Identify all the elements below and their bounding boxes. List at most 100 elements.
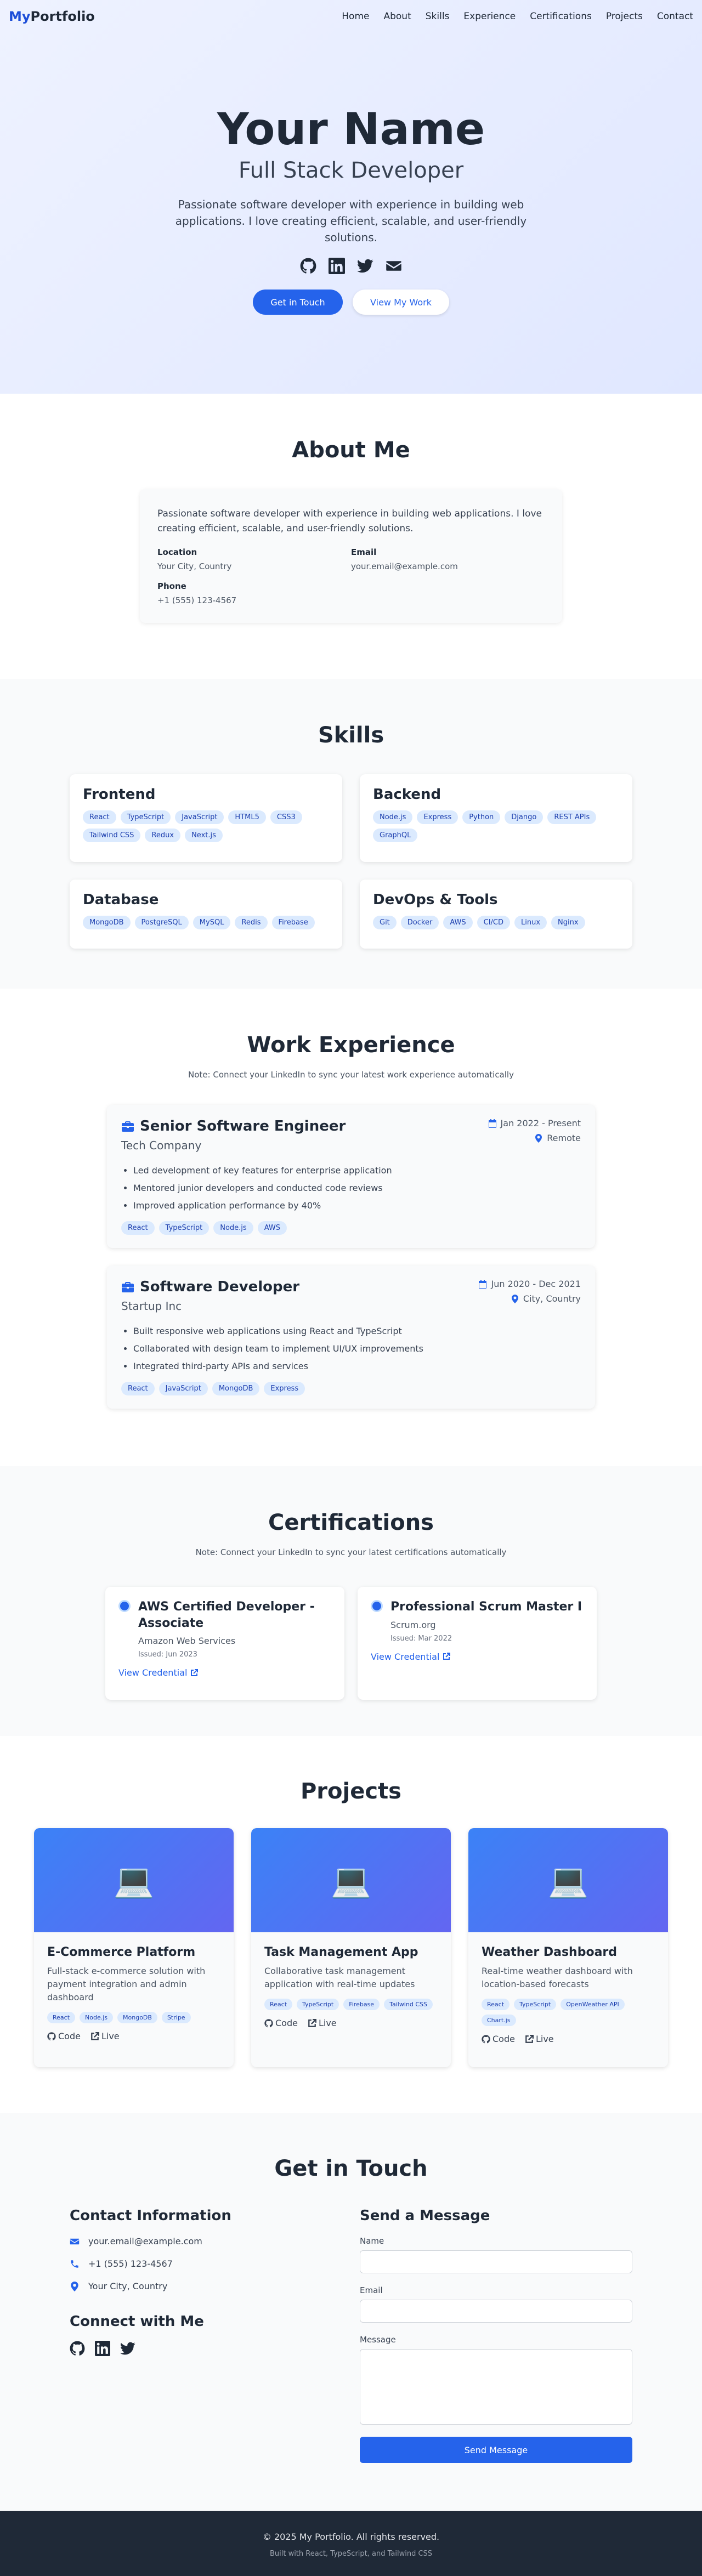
location-label: Location xyxy=(157,547,197,558)
skill-group-title: DevOps & Tools xyxy=(373,892,498,908)
live-link[interactable]: Live xyxy=(90,2031,120,2041)
briefcase-icon xyxy=(121,1120,134,1132)
project-links: Code Live xyxy=(47,2031,220,2041)
code-link[interactable]: Code xyxy=(482,2034,515,2044)
tech-tag: AWS xyxy=(257,1221,287,1235)
envelope-icon[interactable] xyxy=(386,258,402,274)
get-in-touch-button[interactable]: Get in Touch xyxy=(253,290,343,315)
skill-tag: React xyxy=(83,810,116,824)
name-input[interactable] xyxy=(360,2250,632,2273)
external-link-icon xyxy=(91,2032,99,2040)
code-link[interactable]: Code xyxy=(47,2031,81,2041)
github-icon[interactable] xyxy=(70,2341,85,2356)
linkedin-icon[interactable] xyxy=(95,2341,110,2356)
job-bullet: Mentored junior developers and conducted… xyxy=(133,1179,581,1197)
contact-phone: +1 (555) 123-4567 xyxy=(70,2259,342,2269)
about-details: Location Your City, Country Email your.e… xyxy=(157,547,545,605)
footer-copyright: © 2025 My Portfolio. All rights reserved… xyxy=(262,2532,440,2542)
job-title: Senior Software Engineer xyxy=(140,1118,346,1134)
skills-grid: Frontend React TypeScript JavaScript HTM… xyxy=(70,774,632,949)
live-link[interactable]: Live xyxy=(525,2034,554,2044)
skill-group-title: Backend xyxy=(373,786,441,803)
certification-card: Professional Scrum Master I Scrum.org Is… xyxy=(358,1587,597,1700)
job-tags: React JavaScript MongoDB Express xyxy=(121,1382,581,1395)
contact-location: Your City, Country xyxy=(70,2281,342,2291)
nav-menu: Home About Skills Experience Certificati… xyxy=(327,11,693,22)
linkedin-icon[interactable] xyxy=(329,258,345,274)
top-navbar: MyPortfolio Home About Skills Experience… xyxy=(0,0,702,33)
external-link-icon xyxy=(191,1669,199,1676)
email-label: Email xyxy=(360,2285,383,2295)
email-label: Email xyxy=(351,547,377,558)
nav-link-contact[interactable]: Contact xyxy=(657,11,693,22)
job-dates: Jun 2020 - Dec 2021 xyxy=(491,1279,581,1289)
live-link[interactable]: Live xyxy=(308,2018,337,2028)
nav-link-certifications[interactable]: Certifications xyxy=(530,11,592,22)
project-name: Weather Dashboard xyxy=(482,1945,618,1959)
github-icon xyxy=(47,2032,56,2041)
job-meta: Jun 2020 - Dec 2021 City, Country xyxy=(479,1279,581,1308)
tech-tag: Express xyxy=(264,1382,305,1395)
project-description: Real-time weather dashboard with locatio… xyxy=(482,1966,633,1989)
skill-tag: Express xyxy=(417,810,458,824)
experience-card: Software Developer Startup Inc Jun 2020 … xyxy=(107,1266,595,1409)
briefcase-icon xyxy=(121,1281,134,1293)
skill-tag: Tailwind CSS xyxy=(83,829,141,842)
nav-link-experience[interactable]: Experience xyxy=(463,11,516,22)
view-my-work-button[interactable]: View My Work xyxy=(353,290,449,315)
code-link[interactable]: Code xyxy=(264,2018,298,2028)
twitter-icon[interactable] xyxy=(357,258,373,274)
brand-logo[interactable]: MyPortfolio xyxy=(9,9,95,24)
calendar-icon xyxy=(489,1119,496,1128)
skill-card-devops: DevOps & Tools Git Docker AWS CI/CD Linu… xyxy=(360,880,632,949)
job-location: Remote xyxy=(547,1133,581,1143)
job-bullets: Built responsive web applications using … xyxy=(121,1323,581,1375)
twitter-icon[interactable] xyxy=(120,2341,135,2356)
project-name: E-Commerce Platform xyxy=(47,1945,196,1959)
nav-link-home[interactable]: Home xyxy=(342,11,369,22)
nav-link-skills[interactable]: Skills xyxy=(426,11,450,22)
skill-tag: Docker xyxy=(400,916,439,929)
message-textarea[interactable] xyxy=(360,2349,632,2425)
job-dates: Jan 2022 - Present xyxy=(500,1118,581,1128)
contact-info-title: Contact Information xyxy=(70,2208,231,2224)
laptop-icon: 💻 xyxy=(468,1828,668,1932)
footer: © 2025 My Portfolio. All rights reserved… xyxy=(0,2511,702,2576)
contact-title: Get in Touch xyxy=(274,2156,428,2181)
skill-group-title: Frontend xyxy=(83,786,156,803)
experience-card: Senior Software Engineer Tech Company Ja… xyxy=(107,1105,595,1248)
project-tags: React TypeScript Firebase Tailwind CSS xyxy=(264,1999,438,2010)
email-input[interactable] xyxy=(360,2300,632,2323)
experience-section: Work Experience Note: Connect your Linke… xyxy=(0,989,702,1466)
view-credential-link[interactable]: View Credential xyxy=(371,1652,584,1662)
tech-tag: MongoDB xyxy=(117,2012,157,2023)
nav-link-about[interactable]: About xyxy=(383,11,411,22)
view-credential-link[interactable]: View Credential xyxy=(118,1667,331,1678)
skill-tag: PostgreSQL xyxy=(134,916,189,929)
skill-tag: Redis xyxy=(235,916,268,929)
job-tags: React TypeScript Node.js AWS xyxy=(121,1221,581,1235)
tech-tag: React xyxy=(264,1999,293,2010)
github-icon[interactable] xyxy=(300,258,316,274)
about-card: Passionate software developer with exper… xyxy=(140,489,562,623)
skill-tag: CSS3 xyxy=(270,810,302,824)
tech-tag: JavaScript xyxy=(158,1382,208,1395)
email-value: your.email@example.com xyxy=(351,561,458,572)
about-title: About Me xyxy=(292,438,410,463)
project-description: Full-stack e-commerce solution with paym… xyxy=(47,1966,206,2002)
laptop-icon: 💻 xyxy=(251,1828,451,1932)
certification-badge-icon xyxy=(118,1600,131,1612)
send-message-button[interactable]: Send Message xyxy=(360,2437,632,2463)
skill-tags: Git Docker AWS CI/CD Linux Nginx xyxy=(373,916,619,929)
tech-tag: TypeScript xyxy=(158,1221,210,1235)
skill-tag: Linux xyxy=(514,916,547,929)
contact-info-column: Contact Information your.email@example.c… xyxy=(70,2208,342,2463)
skill-tag: JavaScript xyxy=(175,810,224,824)
hero-role: Full Stack Developer xyxy=(238,158,464,183)
nav-link-projects[interactable]: Projects xyxy=(606,11,643,22)
tech-tag: React xyxy=(482,1999,510,2010)
skill-tags: React TypeScript JavaScript HTML5 CSS3 T… xyxy=(83,810,329,842)
projects-section: Projects 💻 E-Commerce Platform Full-stac… xyxy=(0,1736,702,2113)
projects-title: Projects xyxy=(300,1779,401,1804)
view-credential-label: View Credential xyxy=(371,1651,440,1662)
